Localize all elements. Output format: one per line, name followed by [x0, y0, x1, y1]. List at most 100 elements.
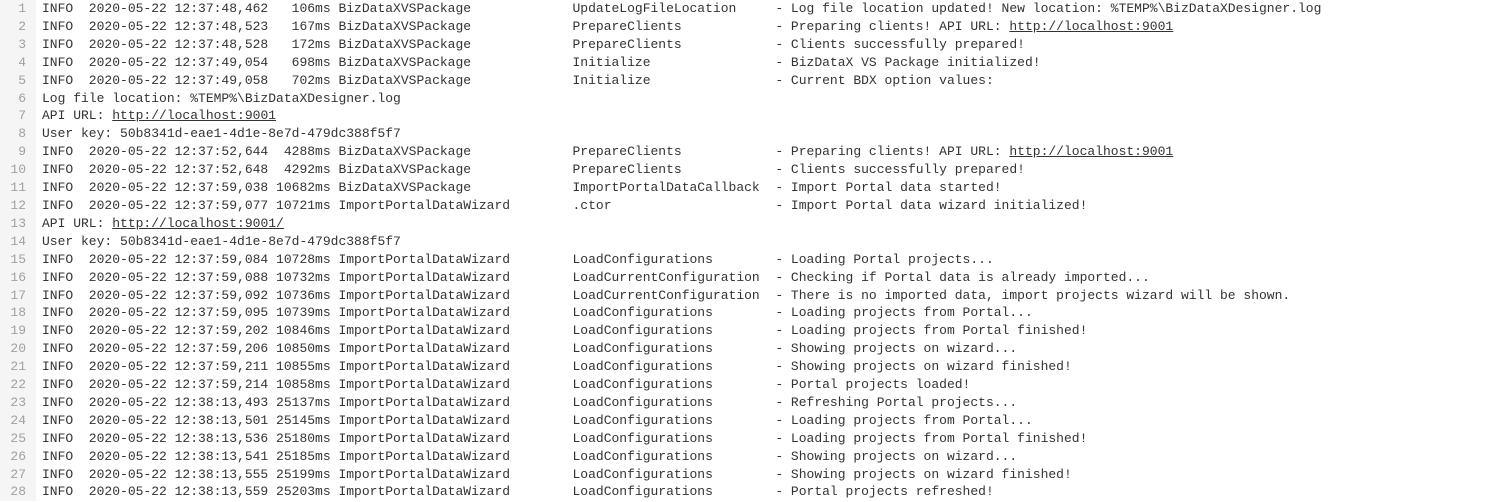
log-line-content: API URL: http://localhost:9001/ — [36, 215, 1489, 233]
line-number: 14 — [0, 233, 36, 251]
line-number: 20 — [0, 340, 36, 358]
log-row: 23INFO 2020-05-22 12:38:13,493 25137ms I… — [0, 394, 1489, 412]
line-number: 9 — [0, 143, 36, 161]
log-row: 4 INFO 2020-05-22 12:37:49,054 698ms BizD… — [0, 54, 1489, 72]
line-number: 10 — [0, 161, 36, 179]
log-row: 9INFO 2020-05-22 12:37:52,644 4288ms Biz… — [0, 143, 1489, 161]
log-row: 1 INFO 2020-05-22 12:37:48,462 106ms BizD… — [0, 0, 1489, 18]
log-line-content: User key: 50b8341d-eae1-4d1e-8e7d-479dc3… — [36, 125, 1489, 143]
log-line-content: INFO 2020-05-22 12:38:13,536 25180ms Imp… — [36, 430, 1489, 448]
log-text: INFO 2020-05-22 12:37:52,648 4292ms BizD… — [42, 162, 1025, 177]
log-line-content: INFO 2020-05-22 12:38:13,493 25137ms Imp… — [36, 394, 1489, 412]
log-text: INFO 2020-05-22 12:37:59,095 10739ms Imp… — [42, 305, 1033, 320]
log-line-content: Log file location: %TEMP%\BizDataXDesign… — [36, 90, 1489, 108]
log-line-content: INFO 2020-05-22 12:38:13,541 25185ms Imp… — [36, 448, 1489, 466]
line-number: 25 — [0, 430, 36, 448]
log-text: User key: 50b8341d-eae1-4d1e-8e7d-479dc3… — [42, 234, 401, 249]
log-text: INFO 2020-05-22 12:38:13,541 25185ms Imp… — [42, 449, 1017, 464]
log-line-content: INFO 2020-05-22 12:37:59,092 10736ms Imp… — [36, 287, 1489, 305]
log-row: 26 INFO 2020-05-22 12:38:13,541 25185ms I… — [0, 448, 1489, 466]
log-line-content: INFO 2020-05-22 12:37:59,211 10855ms Imp… — [36, 358, 1489, 376]
log-row: 6 Log file location: %TEMP%\BizDataXDesig… — [0, 90, 1489, 108]
line-number: 27 — [0, 466, 36, 484]
line-number: 19 — [0, 322, 36, 340]
log-text: User key: 50b8341d-eae1-4d1e-8e7d-479dc3… — [42, 126, 401, 141]
log-line-content: INFO 2020-05-22 12:37:48,462 106ms BizDa… — [36, 0, 1489, 18]
log-text: INFO 2020-05-22 12:37:59,088 10732ms Imp… — [42, 270, 1150, 285]
line-number: 8 — [0, 125, 36, 143]
log-row: 3 INFO 2020-05-22 12:37:48,528 172ms BizD… — [0, 36, 1489, 54]
log-url-link[interactable]: http://localhost:9001 — [1009, 144, 1173, 159]
line-number: 11 — [0, 179, 36, 197]
log-row: 20INFO 2020-05-22 12:37:59,206 10850ms I… — [0, 340, 1489, 358]
log-line-content: INFO 2020-05-22 12:37:48,528 172ms BizDa… — [36, 36, 1489, 54]
log-text: API URL: — [42, 216, 112, 231]
log-url-link[interactable]: http://localhost:9001/ — [112, 216, 284, 231]
log-row: 5 INFO 2020-05-22 12:37:49,058 702ms BizD… — [0, 72, 1489, 90]
log-text: INFO 2020-05-22 12:37:59,038 10682ms Biz… — [42, 180, 1002, 195]
log-text: INFO 2020-05-22 12:37:59,084 10728ms Imp… — [42, 252, 994, 267]
line-number: 12 — [0, 197, 36, 215]
log-row: 15 INFO 2020-05-22 12:37:59,084 10728ms I… — [0, 251, 1489, 269]
log-text: INFO 2020-05-22 12:37:48,523 167ms BizDa… — [42, 19, 1009, 34]
line-number: 4 — [0, 54, 36, 72]
log-line-content: INFO 2020-05-22 12:37:59,206 10850ms Imp… — [36, 340, 1489, 358]
log-text: INFO 2020-05-22 12:37:59,077 10721ms Imp… — [42, 198, 1087, 213]
log-text: INFO 2020-05-22 12:37:59,214 10858ms Imp… — [42, 377, 970, 392]
log-text: INFO 2020-05-22 12:37:48,462 106ms BizDa… — [42, 1, 1321, 16]
log-line-content: INFO 2020-05-22 12:37:59,077 10721ms Imp… — [36, 197, 1489, 215]
log-line-content: API URL: http://localhost:9001 — [36, 107, 1489, 125]
log-url-link[interactable]: http://localhost:9001 — [112, 108, 276, 123]
log-line-content: INFO 2020-05-22 12:38:13,501 25145ms Imp… — [36, 412, 1489, 430]
log-row: 17 INFO 2020-05-22 12:37:59,092 10736ms I… — [0, 287, 1489, 305]
log-text: INFO 2020-05-22 12:37:48,528 172ms BizDa… — [42, 37, 1025, 52]
line-number: 21 — [0, 358, 36, 376]
log-line-content: INFO 2020-05-22 12:37:59,202 10846ms Imp… — [36, 322, 1489, 340]
log-text: INFO 2020-05-22 12:37:49,054 698ms BizDa… — [42, 55, 1041, 70]
line-number: 7 — [0, 107, 36, 125]
log-line-content: INFO 2020-05-22 12:37:59,095 10739ms Imp… — [36, 304, 1489, 322]
log-row: 11 INFO 2020-05-22 12:37:59,038 10682ms B… — [0, 179, 1489, 197]
log-line-content: INFO 2020-05-22 12:37:49,054 698ms BizDa… — [36, 54, 1489, 72]
log-viewer: 1 INFO 2020-05-22 12:37:48,462 106ms BizD… — [0, 0, 1489, 501]
log-text: INFO 2020-05-22 12:37:49,058 702ms BizDa… — [42, 73, 994, 88]
log-row: 16INFO 2020-05-22 12:37:59,088 10732ms I… — [0, 269, 1489, 287]
log-text: INFO 2020-05-22 12:37:59,211 10855ms Imp… — [42, 359, 1072, 374]
line-number: 17 — [0, 287, 36, 305]
log-text: Log file location: %TEMP%\BizDataXDesign… — [42, 91, 401, 106]
line-number: 28 — [0, 483, 36, 501]
line-number: 1 — [0, 0, 36, 18]
log-row: 27 INFO 2020-05-22 12:38:13,555 25199ms I… — [0, 466, 1489, 484]
log-row: 19 INFO 2020-05-22 12:37:59,202 10846ms I… — [0, 322, 1489, 340]
log-row: 28INFO 2020-05-22 12:38:13,559 25203ms I… — [0, 483, 1489, 501]
log-line-content: INFO 2020-05-22 12:37:52,648 4292ms BizD… — [36, 161, 1489, 179]
log-line-content: INFO 2020-05-22 12:38:13,555 25199ms Imp… — [36, 466, 1489, 484]
log-row: 12 INFO 2020-05-22 12:37:59,077 10721ms I… — [0, 197, 1489, 215]
log-text: API URL: — [42, 108, 112, 123]
log-row: 7API URL: http://localhost:9001 — [0, 107, 1489, 125]
log-text: INFO 2020-05-22 12:38:13,536 25180ms Imp… — [42, 431, 1087, 446]
log-url-link[interactable]: http://localhost:9001 — [1009, 19, 1173, 34]
line-number: 13 — [0, 215, 36, 233]
log-row: 24INFO 2020-05-22 12:38:13,501 25145ms I… — [0, 412, 1489, 430]
line-number: 2 — [0, 18, 36, 36]
log-line-content: INFO 2020-05-22 12:37:59,088 10732ms Imp… — [36, 269, 1489, 287]
log-text: INFO 2020-05-22 12:38:13,555 25199ms Imp… — [42, 467, 1072, 482]
log-row: 18INFO 2020-05-22 12:37:59,095 10739ms I… — [0, 304, 1489, 322]
line-number: 23 — [0, 394, 36, 412]
line-number: 26 — [0, 448, 36, 466]
line-number: 3 — [0, 36, 36, 54]
log-line-content: INFO 2020-05-22 12:38:13,559 25203ms Imp… — [36, 483, 1489, 501]
line-number: 6 — [0, 90, 36, 108]
line-number: 5 — [0, 72, 36, 90]
log-line-content: INFO 2020-05-22 12:37:59,214 10858ms Imp… — [36, 376, 1489, 394]
line-number: 15 — [0, 251, 36, 269]
log-text: INFO 2020-05-22 12:37:59,202 10846ms Imp… — [42, 323, 1087, 338]
log-text: INFO 2020-05-22 12:37:59,092 10736ms Imp… — [42, 288, 1290, 303]
log-row: 22INFO 2020-05-22 12:37:59,214 10858ms I… — [0, 376, 1489, 394]
log-row: 25 INFO 2020-05-22 12:38:13,536 25180ms I… — [0, 430, 1489, 448]
log-row: 14 User key: 50b8341d-eae1-4d1e-8e7d-479d… — [0, 233, 1489, 251]
log-row: 8 User key: 50b8341d-eae1-4d1e-8e7d-479dc… — [0, 125, 1489, 143]
log-row: 13API URL: http://localhost:9001/ — [0, 215, 1489, 233]
log-row: 2 INFO 2020-05-22 12:37:48,523 167ms BizD… — [0, 18, 1489, 36]
